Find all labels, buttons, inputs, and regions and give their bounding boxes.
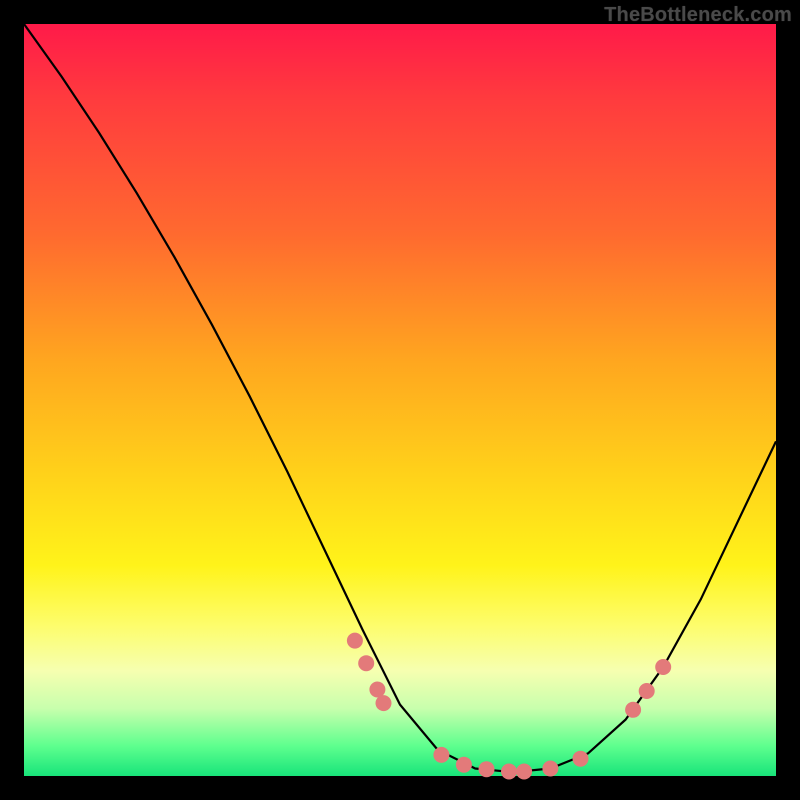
marker-dot	[358, 655, 374, 671]
marker-dot	[479, 761, 495, 777]
marker-dot	[456, 757, 472, 773]
marker-dot	[516, 764, 532, 780]
marker-dot	[433, 747, 449, 763]
plot-area	[24, 24, 776, 776]
marker-dot	[625, 702, 641, 718]
marker-dot	[376, 695, 392, 711]
chart-frame: TheBottleneck.com	[0, 0, 800, 800]
marker-dot	[655, 659, 671, 675]
marker-dot	[347, 633, 363, 649]
marker-dot	[542, 761, 558, 777]
curve-markers	[347, 633, 671, 780]
chart-svg	[24, 24, 776, 776]
marker-dot	[573, 751, 589, 767]
marker-dot	[639, 683, 655, 699]
watermark-text: TheBottleneck.com	[604, 4, 792, 27]
marker-dot	[501, 764, 517, 780]
marker-dot	[369, 682, 385, 698]
